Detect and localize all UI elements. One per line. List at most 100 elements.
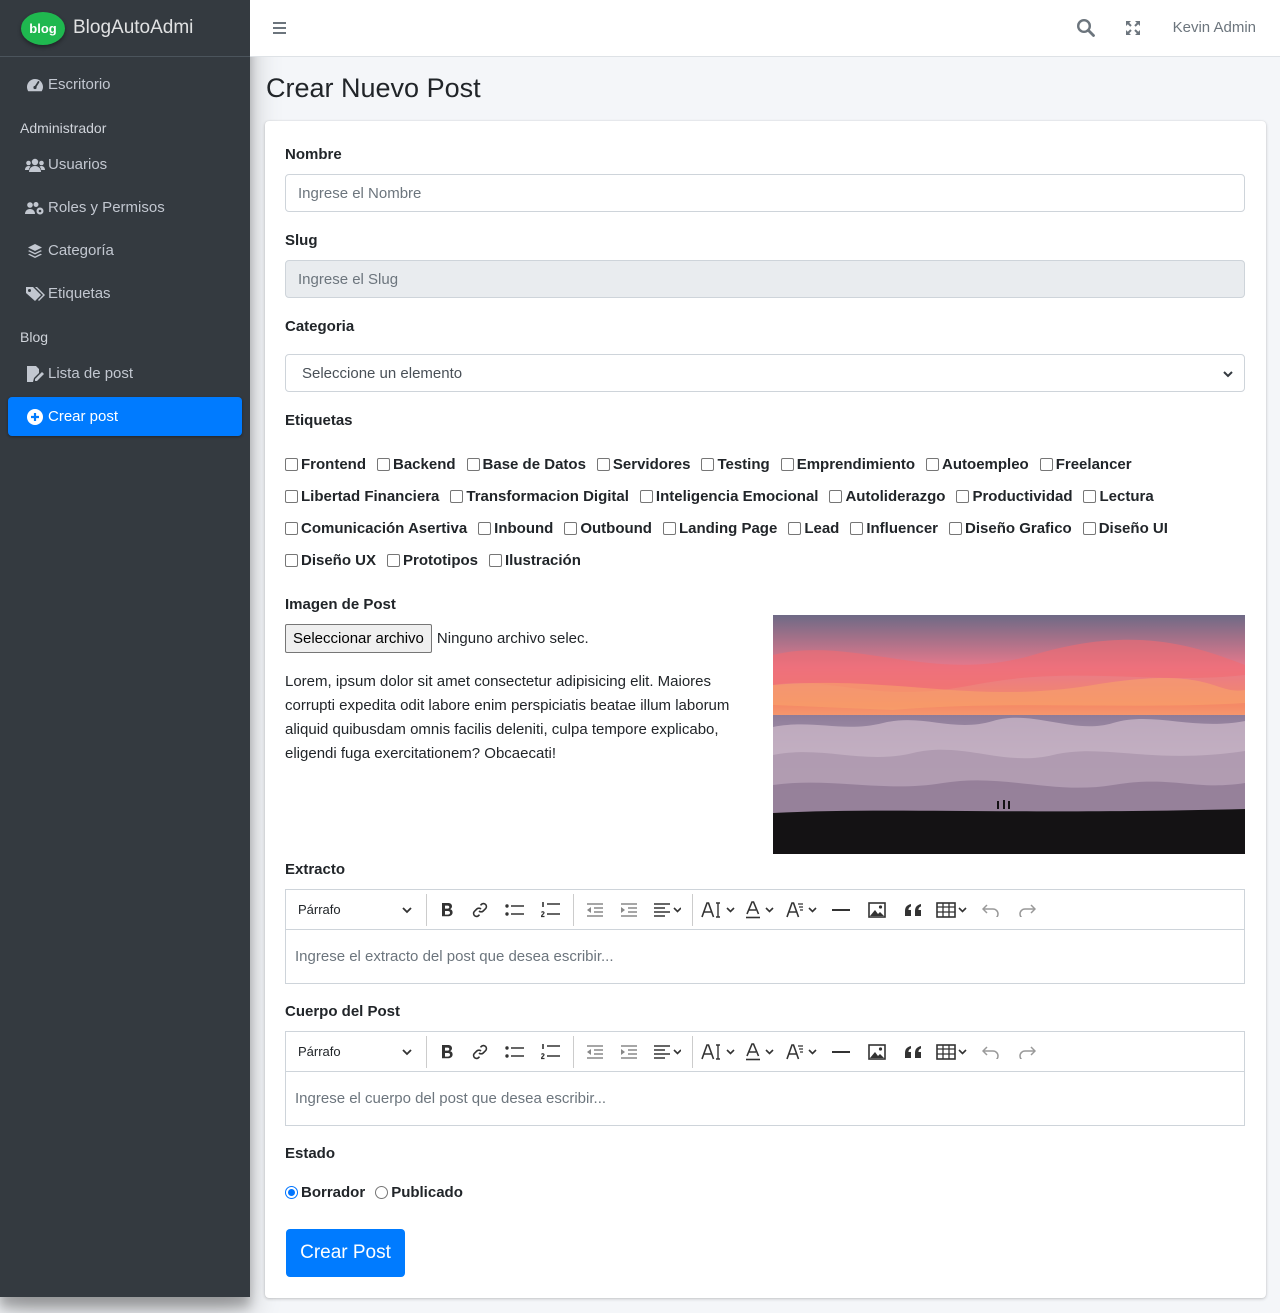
- sidebar-item-etiquetas[interactable]: Etiquetas: [8, 274, 242, 313]
- heading-dropdown[interactable]: Párrafo: [286, 1044, 422, 1059]
- tag-checkbox[interactable]: Ilustración: [489, 552, 581, 569]
- user-menu[interactable]: Kevin Admin: [1173, 19, 1256, 36]
- bulleted-list-icon[interactable]: [498, 1038, 532, 1066]
- checkbox[interactable]: [377, 457, 390, 471]
- font-color-icon[interactable]: [740, 1038, 780, 1066]
- tag-checkbox[interactable]: Transformacion Digital: [450, 488, 629, 505]
- align-dropdown-icon[interactable]: [647, 1038, 687, 1066]
- checkbox[interactable]: [662, 521, 676, 535]
- tag-checkbox[interactable]: Prototipos: [387, 552, 478, 569]
- tag-checkbox[interactable]: Base de Datos: [466, 456, 586, 473]
- numbered-list-icon[interactable]: [534, 1038, 568, 1066]
- radio-button[interactable]: [375, 1186, 389, 1199]
- checkbox[interactable]: [285, 553, 298, 567]
- slug-input[interactable]: [285, 260, 1245, 298]
- checkbox[interactable]: [1083, 489, 1097, 503]
- tag-checkbox[interactable]: Lead: [788, 520, 839, 537]
- nombre-input[interactable]: [285, 174, 1245, 212]
- checkbox[interactable]: [956, 489, 970, 503]
- bold-icon[interactable]: [432, 1038, 462, 1066]
- font-size-icon[interactable]: [698, 1038, 738, 1066]
- font-color-icon[interactable]: [740, 896, 780, 924]
- heading-dropdown[interactable]: Párrafo: [286, 902, 422, 917]
- redo-icon[interactable]: [1010, 896, 1044, 924]
- checkbox[interactable]: [788, 521, 802, 535]
- sidebar-item-roles[interactable]: Roles y Permisos: [8, 188, 242, 227]
- tag-checkbox[interactable]: Comunicación Asertiva: [285, 520, 467, 537]
- tag-checkbox[interactable]: Testing: [701, 456, 770, 473]
- hamburger-menu-icon[interactable]: [272, 19, 288, 37]
- checkbox[interactable]: [564, 521, 578, 535]
- tag-checkbox[interactable]: Freelancer: [1039, 456, 1132, 473]
- checkbox[interactable]: [639, 489, 653, 503]
- tag-checkbox[interactable]: Autoempleo: [926, 456, 1029, 473]
- checkbox[interactable]: [596, 457, 610, 471]
- blockquote-icon[interactable]: [896, 1038, 930, 1066]
- checkbox[interactable]: [478, 521, 492, 535]
- checkbox[interactable]: [387, 553, 401, 567]
- tag-checkbox[interactable]: Diseño UX: [285, 552, 376, 569]
- checkbox[interactable]: [926, 457, 940, 471]
- checkbox[interactable]: [701, 457, 715, 471]
- sidebar-item-usuarios[interactable]: Usuarios: [8, 145, 242, 184]
- checkbox[interactable]: [285, 457, 298, 471]
- tag-checkbox[interactable]: Diseño UI: [1082, 520, 1168, 537]
- horizontal-line-icon[interactable]: [824, 1038, 858, 1066]
- indent-icon[interactable]: [613, 1038, 645, 1066]
- checkbox[interactable]: [285, 521, 298, 535]
- sidebar-item-crear-post[interactable]: Crear post: [8, 397, 242, 436]
- checkbox[interactable]: [1082, 521, 1096, 535]
- checkbox[interactable]: [489, 553, 503, 567]
- checkbox[interactable]: [850, 521, 864, 535]
- checkbox[interactable]: [1039, 457, 1053, 471]
- radio-button[interactable]: [285, 1186, 298, 1199]
- tag-checkbox[interactable]: Servidores: [596, 456, 690, 473]
- tag-checkbox[interactable]: Diseño Grafico: [949, 520, 1072, 537]
- checkbox[interactable]: [780, 457, 794, 471]
- table-icon[interactable]: [932, 896, 972, 924]
- tag-checkbox[interactable]: Influencer: [850, 520, 938, 537]
- text-style-icon[interactable]: [782, 1038, 822, 1066]
- link-icon[interactable]: [464, 896, 496, 924]
- undo-icon[interactable]: [974, 896, 1008, 924]
- blockquote-icon[interactable]: [896, 896, 930, 924]
- link-icon[interactable]: [464, 1038, 496, 1066]
- tag-checkbox[interactable]: Lectura: [1083, 488, 1154, 505]
- bold-icon[interactable]: [432, 896, 462, 924]
- tag-checkbox[interactable]: Emprendimiento: [780, 456, 915, 473]
- tag-checkbox[interactable]: Inbound: [478, 520, 553, 537]
- tag-checkbox[interactable]: Autoliderazgo: [829, 488, 945, 505]
- crear-post-button[interactable]: Crear Post: [286, 1229, 405, 1277]
- outdent-icon[interactable]: [579, 896, 611, 924]
- tag-checkbox[interactable]: Productividad: [956, 488, 1072, 505]
- checkbox[interactable]: [466, 457, 480, 471]
- indent-icon[interactable]: [613, 896, 645, 924]
- undo-icon[interactable]: [974, 1038, 1008, 1066]
- font-size-icon[interactable]: [698, 896, 738, 924]
- tag-checkbox[interactable]: Frontend: [285, 456, 366, 473]
- outdent-icon[interactable]: [579, 1038, 611, 1066]
- image-icon[interactable]: [860, 896, 894, 924]
- tag-checkbox[interactable]: Backend: [377, 456, 456, 473]
- redo-icon[interactable]: [1010, 1038, 1044, 1066]
- horizontal-line-icon[interactable]: [824, 896, 858, 924]
- select-file-button[interactable]: Seleccionar archivo: [285, 624, 432, 653]
- align-dropdown-icon[interactable]: [647, 896, 687, 924]
- extracto-editor-content[interactable]: Ingrese el extracto del post que desea e…: [286, 930, 1244, 983]
- cuerpo-editor-content[interactable]: Ingrese el cuerpo del post que desea esc…: [286, 1072, 1244, 1125]
- categoria-select[interactable]: Seleccione un elemento: [285, 354, 1245, 392]
- tag-checkbox[interactable]: Landing Page: [662, 520, 777, 537]
- image-icon[interactable]: [860, 1038, 894, 1066]
- bulleted-list-icon[interactable]: [498, 896, 532, 924]
- table-icon[interactable]: [932, 1038, 972, 1066]
- text-style-icon[interactable]: [782, 896, 822, 924]
- fullscreen-icon[interactable]: [1123, 18, 1143, 38]
- tag-checkbox[interactable]: Libertad Financiera: [285, 488, 439, 505]
- tag-checkbox[interactable]: Inteligencia Emocional: [639, 488, 818, 505]
- search-icon[interactable]: [1076, 18, 1096, 38]
- numbered-list-icon[interactable]: [534, 896, 568, 924]
- checkbox[interactable]: [949, 521, 963, 535]
- sidebar-item-lista-de-post[interactable]: Lista de post: [8, 354, 242, 393]
- sidebar-item-categoria[interactable]: Categoría: [8, 231, 242, 270]
- checkbox[interactable]: [285, 489, 298, 503]
